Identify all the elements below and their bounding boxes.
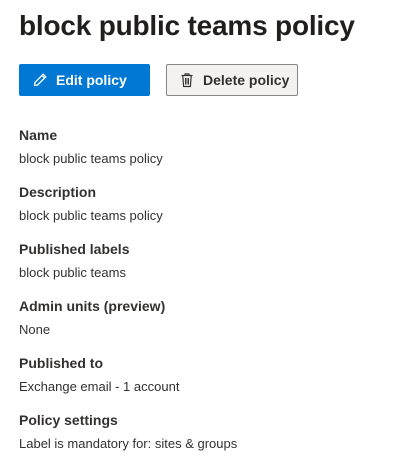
edit-policy-label: Edit policy <box>56 72 127 88</box>
delete-policy-label: Delete policy <box>203 72 290 88</box>
field-label: Description <box>19 184 97 200</box>
field-published-to: Published to Exchange email - 1 account <box>19 354 389 396</box>
field-value: Label is mandatory for: sites & groups <box>19 436 238 451</box>
field-label: Admin units (preview) <box>19 298 166 314</box>
edit-policy-button[interactable]: Edit policy <box>19 64 150 96</box>
field-description: Description block public teams policy <box>19 183 389 225</box>
trash-icon <box>179 72 195 88</box>
field-value: None <box>19 322 51 337</box>
policy-details-page: block public teams policy Edit policy De… <box>0 0 400 471</box>
field-admin-units: Admin units (preview) None <box>19 297 389 339</box>
pencil-icon <box>32 72 48 88</box>
action-bar: Edit policy Delete policy <box>19 64 298 96</box>
field-label: Published labels <box>19 241 130 257</box>
field-value: Exchange email - 1 account <box>19 379 180 394</box>
policy-details: Name block public teams policy Descripti… <box>19 126 389 453</box>
field-published-labels: Published labels block public teams <box>19 240 389 282</box>
field-value: block public teams policy <box>19 208 163 223</box>
field-value: block public teams policy <box>19 151 163 166</box>
field-label: Published to <box>19 355 103 371</box>
field-policy-settings: Policy settings Label is mandatory for: … <box>19 411 389 453</box>
page-title: block public teams policy <box>19 10 355 41</box>
field-label: Policy settings <box>19 412 118 428</box>
field-name: Name block public teams policy <box>19 126 389 168</box>
delete-policy-button[interactable]: Delete policy <box>166 64 298 96</box>
field-label: Name <box>19 127 58 143</box>
field-value: block public teams <box>19 265 126 280</box>
